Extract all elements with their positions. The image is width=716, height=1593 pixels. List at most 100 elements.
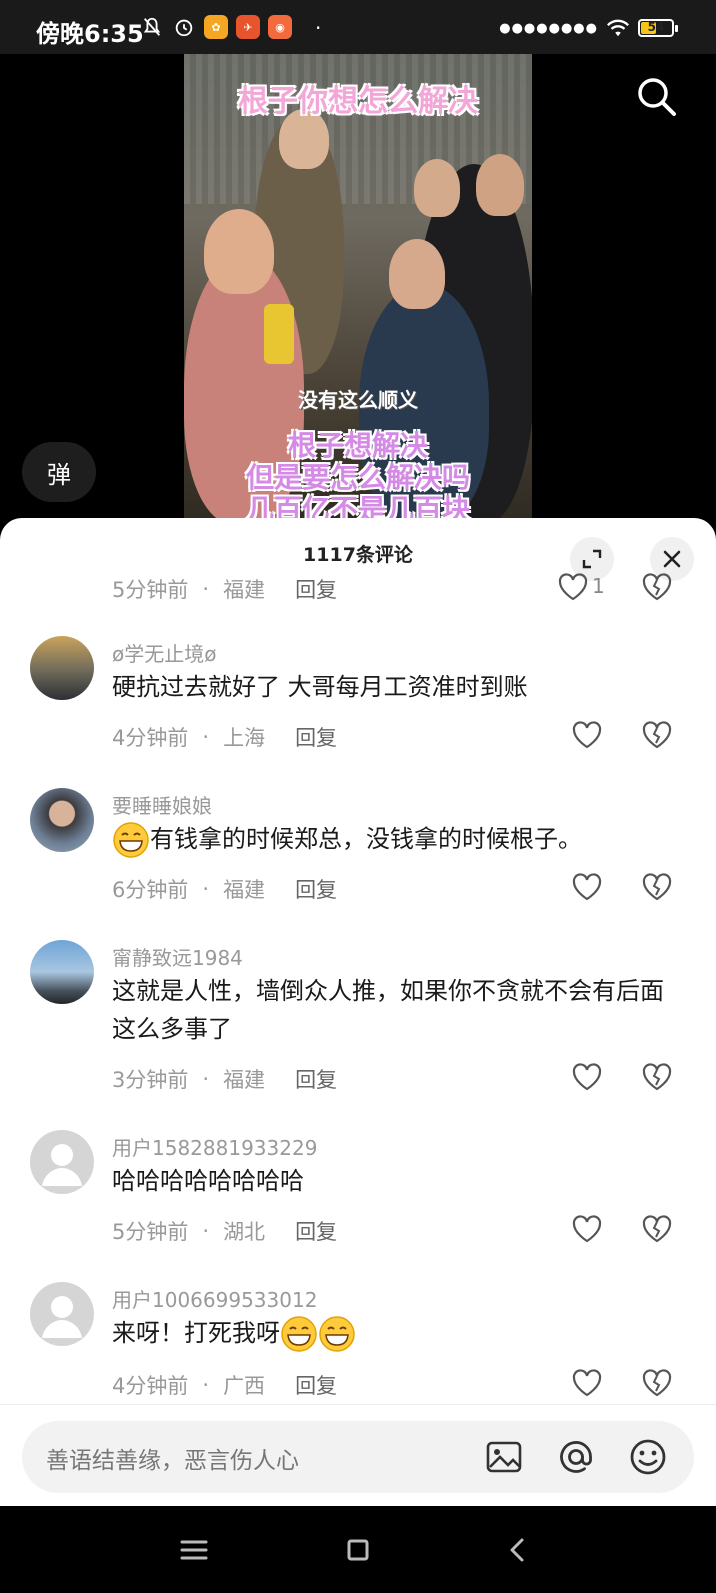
comment-panel: 1117条评论 5分钟前 · 福建 回复 1 ø学无止境ø 硬抗过去就好了 大哥… — [0, 518, 716, 1503]
broken-heart-icon — [642, 573, 672, 601]
app-notification-icon: ✈ — [236, 15, 260, 39]
comment-text: 硬抗过去就好了 大哥每月工资准时到账 — [112, 673, 528, 701]
comment-meta: 5分钟前 · 湖北 回复 — [112, 1216, 337, 1246]
reply-button[interactable]: 回复 — [295, 874, 337, 904]
menu-icon — [180, 1540, 208, 1560]
status-bar: 傍晚6:35 ✿ ✈ ◉ · ●●●●●●●● 54 — [0, 0, 716, 54]
mute-bell-icon — [140, 15, 164, 39]
heart-icon — [572, 721, 602, 749]
avatar[interactable] — [30, 940, 94, 1004]
video-figure — [414, 159, 460, 217]
video-caption-mid: 没有这么顺义 — [298, 388, 418, 412]
avatar[interactable] — [30, 1282, 94, 1346]
comment-text: 这就是人性，墙倒众人推，如果你不贪就不会有后面这么多事了 — [112, 977, 664, 1043]
comment-text: 有钱拿的时候郑总，没钱拿的时候根子。 — [112, 820, 672, 859]
meta-separator: · — [202, 1373, 210, 1397]
video-figure — [264, 304, 294, 364]
grin-emoji-icon — [113, 822, 149, 858]
comment-meta: 6分钟前 · 福建 回复 — [112, 874, 337, 904]
avatar[interactable] — [30, 1130, 94, 1194]
video-caption-top: 根子你想怎么解决 — [238, 84, 478, 119]
caption-line: 但是要怎么解决吗 — [245, 461, 470, 494]
heart-icon — [558, 573, 588, 601]
broken-heart-icon — [642, 1063, 672, 1091]
at-sign-icon — [560, 1441, 592, 1473]
menu-button[interactable] — [176, 1532, 212, 1568]
heart-icon — [572, 1369, 602, 1397]
like-button[interactable] — [570, 1212, 604, 1246]
video-figure — [389, 239, 445, 309]
home-button[interactable] — [340, 1532, 376, 1568]
comment-location: 湖北 — [223, 1220, 266, 1244]
back-button[interactable] — [500, 1532, 536, 1568]
heart-icon — [572, 873, 602, 901]
comment-location: 上海 — [223, 726, 266, 750]
video-figure — [476, 154, 524, 216]
battery-cap — [675, 25, 678, 32]
danmu-toggle-button[interactable]: 弹 — [22, 442, 96, 502]
search-button[interactable] — [634, 74, 678, 118]
caption-line: 根子想解决 — [287, 429, 428, 462]
emoji-button[interactable] — [626, 1435, 670, 1479]
like-button[interactable] — [556, 570, 590, 604]
comment-text-body: 来呀！打死我呀 — [112, 1319, 280, 1347]
comment-username[interactable]: 用户1582881933229 — [112, 1132, 317, 1161]
comment-username[interactable]: 甯静致远1984 — [112, 942, 243, 971]
danmu-label: 弹 — [47, 460, 71, 489]
comment-username[interactable]: ø学无止境ø — [112, 638, 216, 667]
reply-button[interactable]: 回复 — [295, 1216, 337, 1246]
heart-icon — [572, 1063, 602, 1091]
like-button[interactable] — [570, 1366, 604, 1400]
image-button[interactable] — [482, 1435, 526, 1479]
avatar[interactable] — [30, 788, 94, 852]
mention-button[interactable] — [554, 1435, 598, 1479]
reply-button[interactable]: 回复 — [295, 1370, 337, 1400]
comment-input-placeholder: 善语结善缘，恶言伤人心 — [46, 1448, 299, 1474]
dislike-button[interactable] — [640, 570, 674, 604]
broken-heart-icon — [642, 721, 672, 749]
status-icons: ✿ ✈ ◉ — [140, 15, 292, 39]
more-notifications-icon: · — [315, 16, 322, 40]
video-figure — [204, 209, 274, 294]
comment-username[interactable]: 要睡睡娘娘 — [112, 790, 212, 819]
meta-separator: · — [202, 1219, 210, 1243]
avatar[interactable] — [30, 636, 94, 700]
reply-button[interactable]: 回复 — [295, 574, 337, 604]
comment-time: 5分钟前 — [112, 578, 189, 602]
comment-meta: 5分钟前 · 福建 回复 — [112, 574, 337, 604]
home-square-icon — [347, 1539, 369, 1561]
comment-time: 4分钟前 — [112, 1374, 189, 1398]
meta-separator: · — [202, 877, 210, 901]
dislike-button[interactable] — [640, 718, 674, 752]
comment-text: 哈哈哈哈哈哈哈哈 — [112, 1167, 304, 1195]
panel-header: 1117条评论 — [0, 518, 716, 584]
comment-time: 5分钟前 — [112, 1220, 189, 1244]
video-frame[interactable]: 根子你想怎么解决 没有这么顺义 根子想解决 但是要怎么解决吗 几百亿不是几百块 — [184, 54, 532, 524]
comment-username[interactable]: 用户1006699533012 — [112, 1284, 317, 1313]
dislike-button[interactable] — [640, 1366, 674, 1400]
meta-separator: · — [202, 577, 210, 601]
meta-separator: · — [202, 1067, 210, 1091]
app-notification-icon: ✿ — [204, 15, 228, 39]
meta-separator: · — [202, 725, 210, 749]
reply-button[interactable]: 回复 — [295, 1064, 337, 1094]
comment-text: 来呀！打死我呀 — [112, 1314, 672, 1353]
dislike-button[interactable] — [640, 1212, 674, 1246]
status-time: 傍晚6:35 — [36, 20, 144, 48]
broken-heart-icon — [642, 1369, 672, 1397]
dislike-button[interactable] — [640, 870, 674, 904]
like-count: 1 — [592, 574, 605, 598]
signal-icon: ●●●●●●●● — [499, 20, 598, 36]
like-button[interactable] — [570, 870, 604, 904]
comment-location: 广西 — [223, 1374, 266, 1398]
like-button[interactable] — [570, 718, 604, 752]
comment-time: 6分钟前 — [112, 878, 189, 902]
reply-button[interactable]: 回复 — [295, 722, 337, 752]
dislike-button[interactable] — [640, 1060, 674, 1094]
search-icon — [638, 78, 676, 116]
like-button[interactable] — [570, 1060, 604, 1094]
video-player[interactable]: 根子你想怎么解决 没有这么顺义 根子想解决 但是要怎么解决吗 几百亿不是几百块 … — [0, 54, 716, 524]
comment-time: 4分钟前 — [112, 726, 189, 750]
comment-location: 福建 — [223, 1068, 266, 1092]
comment-input[interactable]: 善语结善缘，恶言伤人心 — [22, 1421, 694, 1493]
